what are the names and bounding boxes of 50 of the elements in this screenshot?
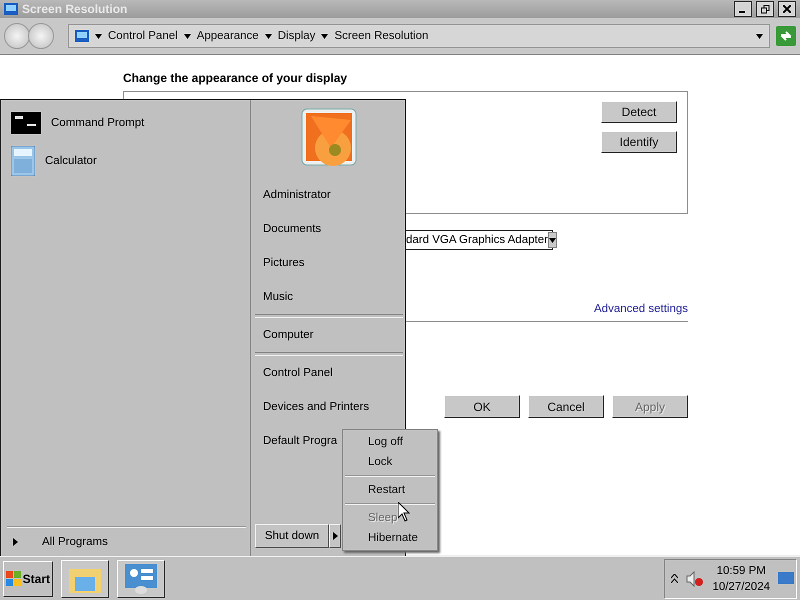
- breadcrumb[interactable]: Control Panel: [108, 30, 178, 42]
- menu-item[interactable]: Computer: [255, 318, 403, 352]
- advanced-settings-link[interactable]: Advanced settings: [594, 303, 688, 315]
- caret-icon: [13, 538, 18, 546]
- start-button[interactable]: Start: [3, 560, 53, 596]
- section-heading: Change the appearance of your display: [123, 71, 348, 87]
- program-item[interactable]: Calculator: [7, 142, 246, 180]
- menu-item[interactable]: Music: [255, 280, 403, 314]
- power-menu-item[interactable]: Restart: [343, 480, 437, 500]
- power-menu-item[interactable]: Hibernate: [343, 528, 437, 548]
- program-item[interactable]: Command Prompt: [7, 104, 246, 142]
- display-icon: [75, 30, 89, 42]
- menu-item[interactable]: Control Panel: [255, 356, 403, 390]
- shutdown-options-button[interactable]: [329, 524, 341, 548]
- menu-item[interactable]: Administrator: [255, 178, 403, 212]
- breadcrumb[interactable]: Screen Resolution: [334, 30, 428, 42]
- windows-logo-icon: [6, 570, 21, 586]
- refresh-icon[interactable]: [776, 26, 796, 46]
- close-icon: [783, 5, 791, 13]
- breadcrumb[interactable]: Display: [278, 30, 316, 42]
- dialog-button[interactable]: OK: [444, 395, 520, 418]
- caret-icon: [184, 34, 191, 38]
- restore-button[interactable]: [756, 1, 774, 17]
- console-icon: [11, 112, 41, 134]
- caret-icon: [332, 532, 338, 540]
- caret-icon: [548, 238, 556, 242]
- history-dropdown-icon[interactable]: [756, 34, 763, 38]
- caret-icon: [95, 34, 102, 38]
- menu-item[interactable]: Pictures: [255, 246, 403, 280]
- monitor-button[interactable]: Identify: [601, 131, 677, 153]
- speaker-muted-icon[interactable]: [686, 570, 704, 586]
- shut-down-button[interactable]: Shut down: [255, 524, 329, 548]
- power-menu-item[interactable]: Log off: [343, 432, 437, 452]
- show-hidden-icons-icon[interactable]: [671, 574, 678, 583]
- minimize-button[interactable]: [734, 1, 752, 17]
- caret-icon: [321, 34, 328, 38]
- dialog-button[interactable]: Cancel: [528, 395, 604, 418]
- menu-item[interactable]: Devices and Printers: [255, 390, 403, 424]
- folder-icon[interactable]: [61, 560, 109, 598]
- mouse-cursor: [398, 502, 410, 522]
- close-button[interactable]: [778, 1, 796, 17]
- calculator-icon: [11, 146, 35, 176]
- menu-item[interactable]: Documents: [255, 212, 403, 246]
- caret-icon: [264, 34, 272, 38]
- restore-icon: [760, 4, 770, 14]
- power-menu-item[interactable]: Lock: [343, 452, 437, 472]
- window-title: Screen Resolution: [22, 2, 128, 16]
- window-icon: [4, 3, 18, 15]
- monitor-button[interactable]: Detect: [601, 101, 677, 123]
- breadcrumb[interactable]: Appearance: [196, 30, 259, 42]
